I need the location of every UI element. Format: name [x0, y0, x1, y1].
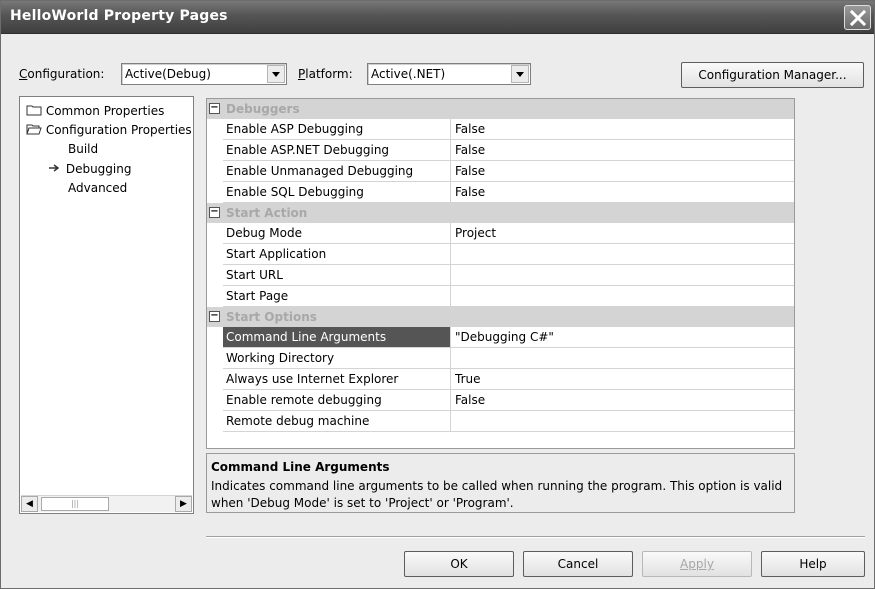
property-row[interactable]: Debug Mode Project [223, 223, 794, 244]
tree-item-label: Configuration Properties [45, 123, 192, 137]
cancel-label: Cancel [557, 557, 599, 571]
scroll-thumb[interactable]: ||| [41, 497, 109, 511]
collapse-icon[interactable]: − [209, 207, 220, 218]
property-row-selected[interactable]: Command Line Arguments "Debugging C#" [223, 327, 794, 348]
chevron-right-icon: ▶ [180, 499, 187, 509]
tree-item-debugging[interactable]: Debugging [48, 162, 131, 176]
property-value[interactable]: Project [452, 223, 793, 243]
platform-value: Active(.NET) [371, 67, 446, 81]
dropdown-arrow[interactable] [267, 65, 285, 83]
property-name: Start Application [223, 244, 451, 264]
dropdown-arrow[interactable] [511, 65, 529, 83]
property-name: Enable Unmanaged Debugging [223, 161, 451, 181]
property-row[interactable]: Enable ASP Debugging False [223, 119, 794, 140]
category-debuggers[interactable]: − Debuggers [207, 99, 794, 119]
apply-button[interactable]: Apply [642, 551, 752, 577]
property-value[interactable] [452, 411, 793, 431]
tree-item-configuration-properties[interactable]: Configuration Properties [26, 123, 192, 137]
property-row[interactable]: Always use Internet Explorer True [223, 369, 794, 390]
folder-icon [26, 105, 42, 116]
tree-item-advanced[interactable]: Advanced [68, 181, 127, 195]
property-name: Start Page [223, 286, 451, 306]
property-row[interactable]: Working Directory [223, 348, 794, 369]
close-button[interactable] [844, 5, 871, 30]
property-pages-dialog: HelloWorld Property Pages Configuration:… [0, 0, 875, 589]
property-grid[interactable]: − Debuggers Enable ASP Debugging False E… [206, 98, 795, 449]
platform-label: Platform: [298, 67, 353, 81]
property-value[interactable] [452, 265, 793, 285]
property-name: Enable ASP.NET Debugging [223, 140, 451, 160]
chevron-down-icon [272, 71, 280, 77]
configuration-label: Configuration: [19, 67, 105, 81]
chevron-down-icon [516, 71, 524, 77]
property-name: Always use Internet Explorer [223, 369, 451, 389]
tree-item-label: Debugging [65, 162, 132, 176]
property-value[interactable]: False [452, 390, 793, 410]
separator [206, 536, 865, 538]
property-row[interactable]: Enable remote debugging False [223, 390, 794, 411]
tree-item-label: Build [68, 142, 99, 156]
configuration-select[interactable]: Active(Debug) [121, 63, 287, 85]
platform-select[interactable]: Active(.NET) [367, 63, 531, 85]
property-value[interactable] [452, 286, 793, 306]
property-value[interactable]: False [452, 161, 793, 181]
property-name: Command Line Arguments [223, 327, 451, 347]
category-tree[interactable]: Common Properties Configuration Properti… [19, 96, 194, 514]
title-bar[interactable]: HelloWorld Property Pages [1, 1, 874, 34]
cancel-button[interactable]: Cancel [523, 551, 633, 577]
description-panel: Command Line Arguments Indicates command… [206, 453, 795, 513]
scroll-right-button[interactable]: ▶ [175, 496, 192, 512]
property-name: Enable ASP Debugging [223, 119, 451, 139]
help-label: Help [799, 557, 827, 571]
tree-item-build[interactable]: Build [68, 142, 98, 156]
category-start-options[interactable]: − Start Options [207, 307, 794, 327]
close-icon [849, 9, 866, 26]
ok-label: OK [450, 557, 468, 571]
configuration-value: Active(Debug) [125, 67, 211, 81]
property-value[interactable] [452, 244, 793, 264]
property-row[interactable]: Start Application [223, 244, 794, 265]
category-label: Start Options [226, 310, 317, 324]
collapse-icon[interactable]: − [209, 311, 220, 322]
scroll-left-button[interactable]: ◀ [21, 496, 38, 512]
collapse-icon[interactable]: − [209, 103, 220, 114]
configuration-manager-label: Configuration Manager... [698, 68, 847, 82]
apply-label: Apply [680, 557, 714, 571]
tree-item-common-properties[interactable]: Common Properties [26, 104, 164, 118]
property-name: Working Directory [223, 348, 451, 368]
property-value[interactable]: False [452, 182, 793, 202]
property-value[interactable]: False [452, 119, 793, 139]
horizontal-scrollbar[interactable]: ◀ ||| ▶ [21, 495, 192, 512]
arrow-right-icon [49, 164, 60, 172]
folder-open-icon [26, 124, 42, 135]
window-title: HelloWorld Property Pages [10, 8, 228, 24]
property-row[interactable]: Start URL [223, 265, 794, 286]
property-name: Debug Mode [223, 223, 451, 243]
category-label: Start Action [226, 206, 308, 220]
property-name: Enable SQL Debugging [223, 182, 451, 202]
description-text: Indicates command line arguments to be c… [211, 479, 783, 510]
property-value[interactable]: True [452, 369, 793, 389]
configuration-manager-button[interactable]: Configuration Manager... [681, 62, 864, 88]
property-row[interactable]: Remote debug machine [223, 411, 794, 432]
property-row[interactable]: Start Page [223, 286, 794, 307]
property-name: Enable remote debugging [223, 390, 451, 410]
property-value[interactable] [452, 348, 793, 368]
ok-button[interactable]: OK [404, 551, 514, 577]
property-row[interactable]: Enable Unmanaged Debugging False [223, 161, 794, 182]
property-name: Start URL [223, 265, 451, 285]
help-button[interactable]: Help [761, 551, 865, 577]
property-row[interactable]: Enable ASP.NET Debugging False [223, 140, 794, 161]
property-value[interactable]: "Debugging C#" [452, 327, 793, 347]
tree-item-label: Advanced [68, 181, 128, 195]
property-value[interactable]: False [452, 140, 793, 160]
chevron-left-icon: ◀ [26, 499, 33, 509]
category-start-action[interactable]: − Start Action [207, 203, 794, 223]
property-row[interactable]: Enable SQL Debugging False [223, 182, 794, 203]
category-label: Debuggers [226, 102, 300, 116]
description-title: Command Line Arguments [211, 460, 390, 474]
tree-item-label: Common Properties [45, 104, 165, 118]
property-name: Remote debug machine [223, 411, 451, 431]
